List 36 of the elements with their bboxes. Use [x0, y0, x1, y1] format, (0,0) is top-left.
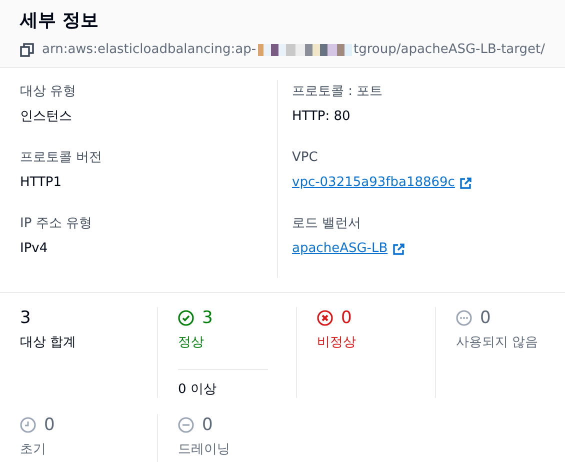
copy-icon[interactable]	[20, 42, 34, 56]
status-count: 0	[341, 307, 352, 329]
field-label: 로드 밸런서	[292, 215, 362, 233]
status-count: 0	[44, 414, 55, 436]
field-label: 프로토콜 : 포트	[292, 83, 384, 101]
field-value: HTTP1	[20, 175, 62, 190]
field-label: 대상 유형	[20, 83, 78, 101]
field-value: IPv4	[20, 241, 48, 256]
ellipsis-circle-icon	[456, 310, 472, 326]
status-label: 정상	[178, 334, 205, 352]
field-label: VPC	[292, 149, 319, 167]
external-link-icon	[392, 242, 405, 256]
check-circle-icon	[178, 310, 194, 326]
resource-link[interactable]: vpc-03215a93fba18869c	[292, 172, 472, 194]
external-link-icon	[458, 176, 472, 190]
resource-link[interactable]: apacheASG-LB	[292, 238, 405, 260]
section-title: 세부 정보	[20, 9, 100, 33]
status-count: 0	[202, 414, 213, 436]
status-count: 3	[20, 307, 31, 329]
status-label: 대상 합계	[20, 334, 78, 352]
clock-icon	[20, 417, 36, 433]
status-count: 3	[202, 307, 213, 329]
field-value: HTTP: 80	[292, 109, 350, 124]
status-label: 드레이닝	[178, 441, 231, 459]
minus-circle-icon	[178, 417, 194, 433]
arn-text: tgroup/apacheASG-LB-target/	[354, 42, 545, 57]
x-circle-icon	[317, 310, 333, 326]
arn-text: arn:aws:elasticloadbalancing:ap-	[42, 42, 256, 57]
status-count: 0	[480, 307, 491, 329]
status-label: 비정상	[317, 334, 357, 352]
field-label: IP 주소 유형	[20, 215, 93, 233]
status-label: 초기	[20, 441, 47, 459]
field-label: 프로토콜 버전	[20, 149, 104, 167]
field-value: 인스턴스	[20, 109, 72, 124]
anomaly-count: 0 이상	[178, 382, 216, 397]
status-label: 사용되지 않음	[456, 334, 540, 352]
